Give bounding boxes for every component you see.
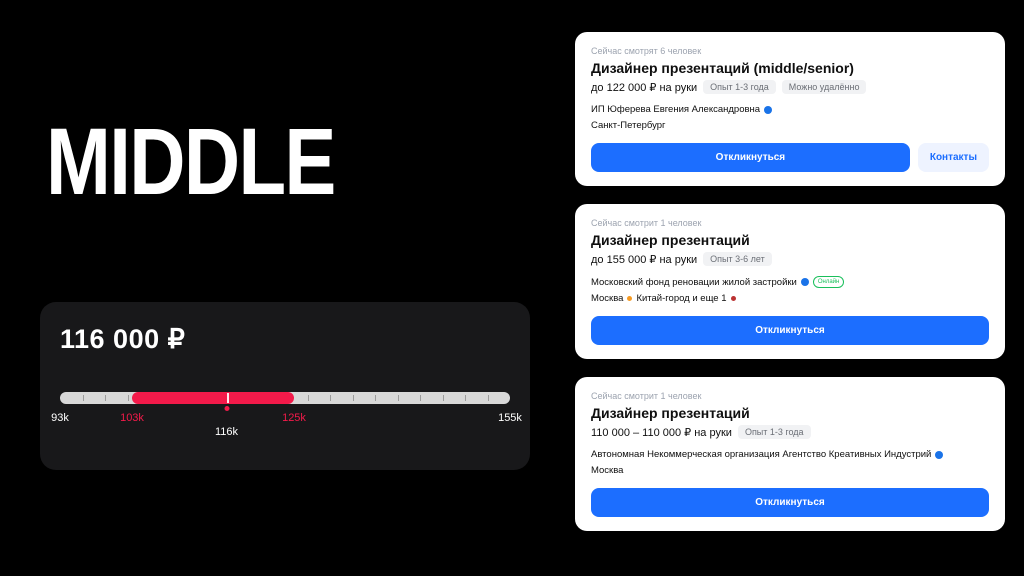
salary-line: до 155 000 ₽ на руки Опыт 3-6 лет bbox=[591, 252, 989, 266]
salary-amount: 116 000 ₽ bbox=[60, 324, 510, 355]
slider-handle[interactable] bbox=[227, 393, 229, 403]
location-line: Москва Китай-город и еще 1 bbox=[591, 293, 989, 304]
job-card[interactable]: Сейчас смотрят 6 человек Дизайнер презент… bbox=[575, 32, 1005, 186]
tag-pill: Опыт 1-3 года bbox=[738, 425, 811, 439]
metro-dot-icon bbox=[731, 296, 736, 301]
slider-high-label: 125k bbox=[282, 412, 306, 424]
salary-line: 110 000 – 110 000 ₽ на руки Опыт 1-3 года bbox=[591, 425, 989, 439]
viewers-text: Сейчас смотрит 1 человек bbox=[591, 218, 989, 228]
button-row: Откликнуться Контакты bbox=[591, 143, 989, 172]
city-text: Москва bbox=[591, 465, 623, 476]
salary-line: до 122 000 ₽ на руки Опыт 1-3 года Можно у… bbox=[591, 80, 989, 94]
company-name: ИП Юферева Евгения Александровна bbox=[591, 104, 760, 115]
job-title[interactable]: Дизайнер презентаций bbox=[591, 405, 989, 421]
location-line: Санкт-Петербург bbox=[591, 120, 989, 131]
tag-pill: Опыт 3-6 лет bbox=[703, 252, 772, 266]
slider-max-label: 155k bbox=[498, 412, 522, 424]
city-text: Санкт-Петербург bbox=[591, 120, 666, 131]
slider-fill bbox=[132, 392, 294, 404]
slider-mid-label: 116k bbox=[215, 426, 238, 438]
salary-text: до 122 000 ₽ на руки bbox=[591, 81, 697, 94]
verified-icon bbox=[764, 106, 772, 114]
salary-text: до 155 000 ₽ на руки bbox=[591, 253, 697, 266]
button-row: Откликнуться bbox=[591, 488, 989, 517]
company-line[interactable]: ИП Юферева Евгения Александровна bbox=[591, 104, 989, 115]
viewers-text: Сейчас смотрит 1 человек bbox=[591, 391, 989, 401]
page-title: MIDDLE bbox=[46, 108, 335, 217]
metro-text: Китай-город и еще 1 bbox=[636, 293, 726, 304]
button-row: Откликнуться bbox=[591, 316, 989, 345]
slider-min-label: 93k bbox=[51, 412, 69, 424]
salary-text: 110 000 – 110 000 ₽ на руки bbox=[591, 426, 732, 439]
location-line: Москва bbox=[591, 465, 989, 476]
slider-track bbox=[60, 392, 510, 404]
job-card[interactable]: Сейчас смотрит 1 человек Дизайнер презент… bbox=[575, 204, 1005, 359]
tag-pill: Опыт 1-3 года bbox=[703, 80, 776, 94]
company-name: Автономная Некоммерческая организация Аг… bbox=[591, 449, 931, 460]
salary-slider[interactable]: 93k 103k 125k 155k 116k bbox=[60, 392, 510, 442]
apply-button[interactable]: Откликнуться bbox=[591, 143, 910, 172]
slider-labels: 93k 103k 125k 155k 116k bbox=[60, 412, 510, 442]
contacts-button[interactable]: Контакты bbox=[918, 143, 989, 172]
slider-mid-dot bbox=[224, 406, 229, 411]
salary-summary-box: 116 000 ₽ 93k 103k 125k 155k 116k bbox=[40, 302, 530, 470]
apply-button[interactable]: Откликнуться bbox=[591, 488, 989, 517]
verified-icon bbox=[935, 451, 943, 459]
viewers-text: Сейчас смотрят 6 человек bbox=[591, 46, 989, 56]
tag-pill: Можно удалённо bbox=[782, 80, 867, 94]
job-title[interactable]: Дизайнер презентаций bbox=[591, 232, 989, 248]
slider-low-label: 103k bbox=[120, 412, 144, 424]
company-name: Московский фонд реновации жилой застройк… bbox=[591, 277, 797, 288]
verified-icon bbox=[801, 278, 809, 286]
company-line[interactable]: Московский фонд реновации жилой застройк… bbox=[591, 276, 989, 288]
company-line[interactable]: Автономная Некоммерческая организация Аг… bbox=[591, 449, 989, 460]
metro-dot-icon bbox=[627, 296, 632, 301]
online-badge: Онлайн bbox=[813, 276, 844, 288]
job-title[interactable]: Дизайнер презентаций (middle/senior) bbox=[591, 60, 989, 76]
job-cards-list: Сейчас смотрят 6 человек Дизайнер презент… bbox=[575, 32, 1005, 549]
city-text: Москва bbox=[591, 293, 623, 304]
apply-button[interactable]: Откликнуться bbox=[591, 316, 989, 345]
job-card[interactable]: Сейчас смотрит 1 человек Дизайнер презент… bbox=[575, 377, 1005, 531]
